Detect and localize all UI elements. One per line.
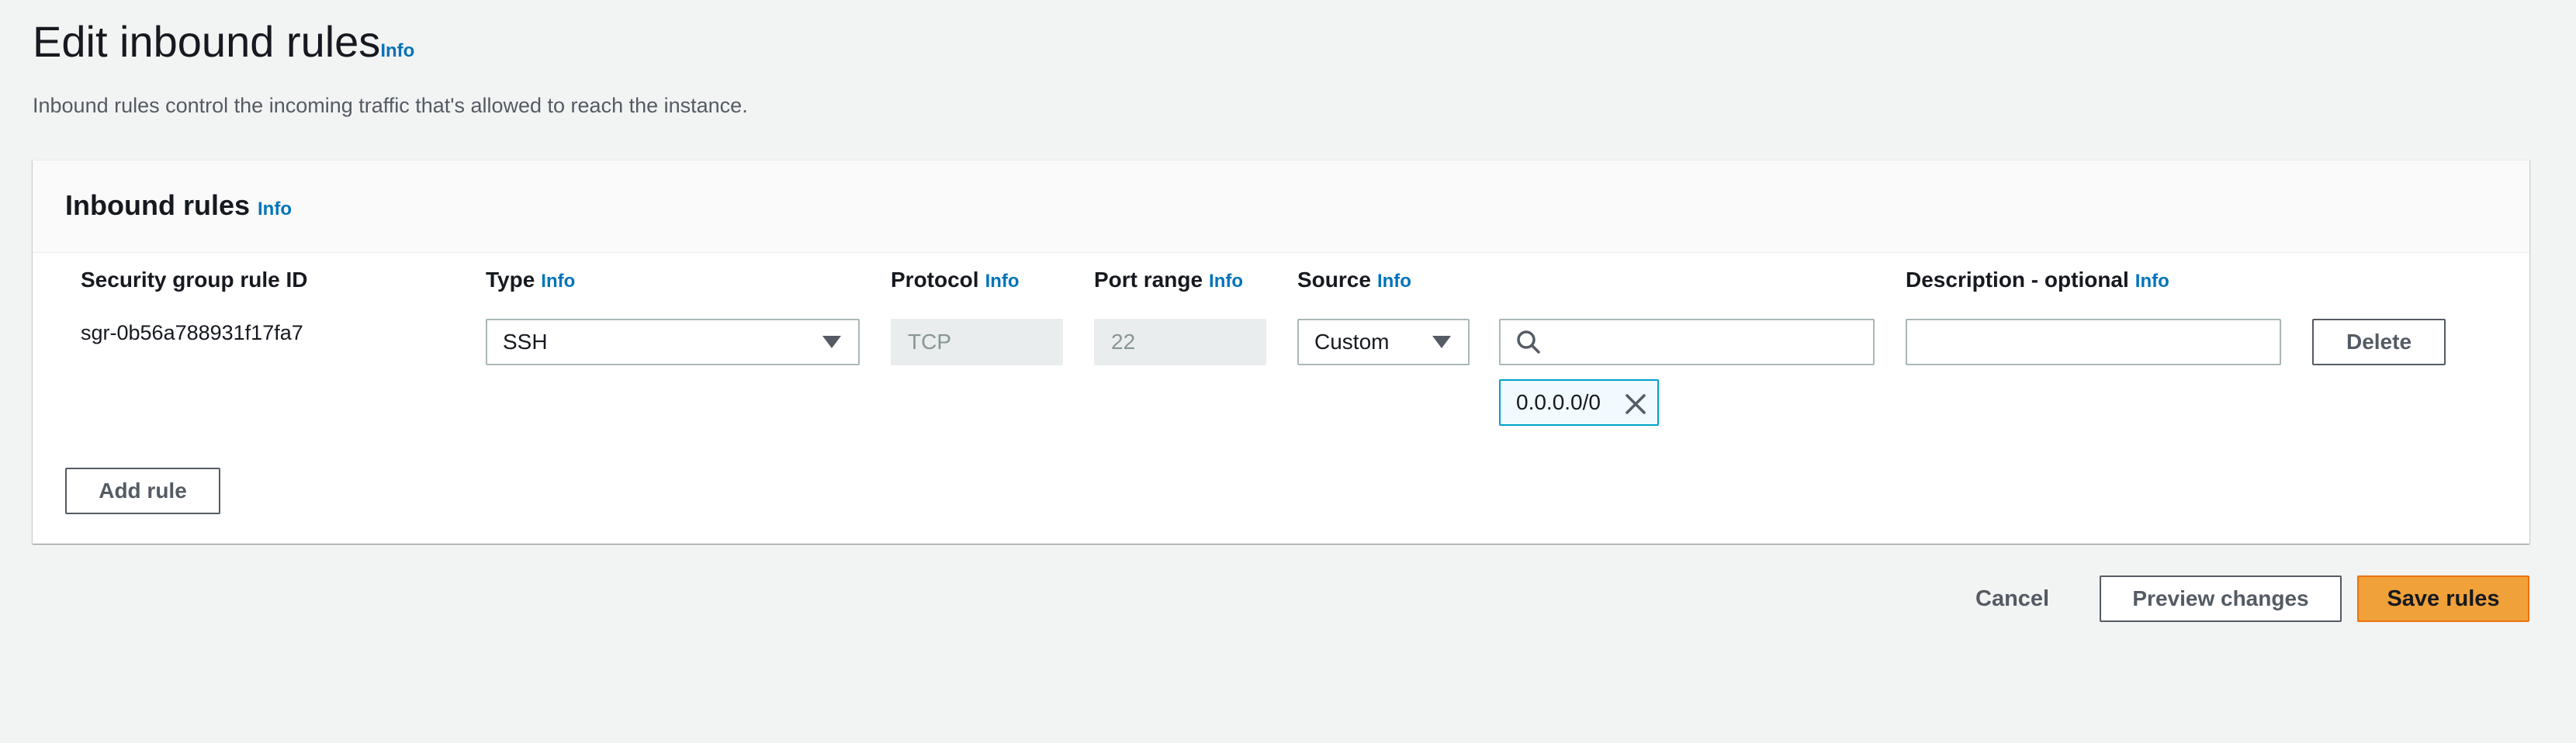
source-token-label: 0.0.0.0/0 (1516, 390, 1601, 414)
protocol-info-link[interactable]: Info (985, 271, 1020, 292)
column-header-type-label: Type (486, 268, 535, 292)
source-search-input[interactable] (1499, 319, 1875, 365)
search-icon (1517, 330, 1540, 354)
page-title: Edit inbound rulesInfo (33, 17, 414, 76)
panel-title-info-link[interactable]: Info (258, 199, 292, 219)
type-select-value: SSH (503, 330, 548, 354)
column-header-source: Source Info (1297, 263, 1411, 299)
source-type-select-value: Custom (1314, 330, 1390, 354)
panel-title-text: Inbound rules (65, 189, 250, 221)
page-title-text: Edit inbound rules (33, 17, 381, 66)
protocol-field: TCP (891, 319, 1063, 365)
source-type-select[interactable]: Custom (1297, 319, 1470, 365)
cancel-button[interactable]: Cancel (1975, 577, 2049, 620)
source-info-link[interactable]: Info (1377, 271, 1411, 292)
caret-down-icon (1432, 336, 1451, 348)
caret-down-icon (822, 336, 841, 348)
type-select[interactable]: SSH (486, 319, 860, 365)
preview-changes-button[interactable]: Preview changes (2100, 575, 2342, 622)
description-input[interactable] (1906, 319, 2281, 365)
type-info-link[interactable]: Info (541, 271, 575, 292)
inbound-rules-panel: Inbound rules Info Security group rule ID… (33, 160, 2529, 544)
delete-rule-button[interactable]: Delete (2312, 319, 2446, 365)
column-header-source-label: Source (1297, 268, 1371, 292)
add-rule-button[interactable]: Add rule (65, 468, 220, 514)
save-rules-button[interactable]: Save rules (2357, 575, 2529, 622)
column-header-port-range: Port range Info (1094, 263, 1243, 299)
port-range-info-link[interactable]: Info (1209, 271, 1243, 292)
rule-id-value: sgr-0b56a788931f17fa7 (81, 321, 303, 344)
column-header-type: Type Info (486, 263, 575, 299)
panel-header: Inbound rules Info (33, 161, 2529, 253)
description-info-link[interactable]: Info (2135, 271, 2169, 292)
source-token: 0.0.0.0/0 (1499, 379, 1659, 426)
column-header-protocol-label: Protocol (891, 268, 979, 292)
port-range-field: 22 (1094, 319, 1266, 365)
page-description: Inbound rules control the incoming traff… (33, 94, 748, 117)
column-header-description: Description - optional Info (1906, 263, 2169, 299)
close-icon[interactable] (1625, 393, 1646, 415)
column-header-protocol: Protocol Info (891, 263, 1020, 299)
panel-title: Inbound rules Info (65, 188, 292, 226)
column-header-rule-id-label: Security group rule ID (81, 268, 308, 292)
column-header-description-label: Description - optional (1906, 268, 2129, 292)
column-header-rule-id: Security group rule ID (81, 263, 308, 297)
page-title-info-link[interactable]: Info (380, 40, 414, 61)
column-header-port-range-label: Port range (1094, 268, 1203, 292)
